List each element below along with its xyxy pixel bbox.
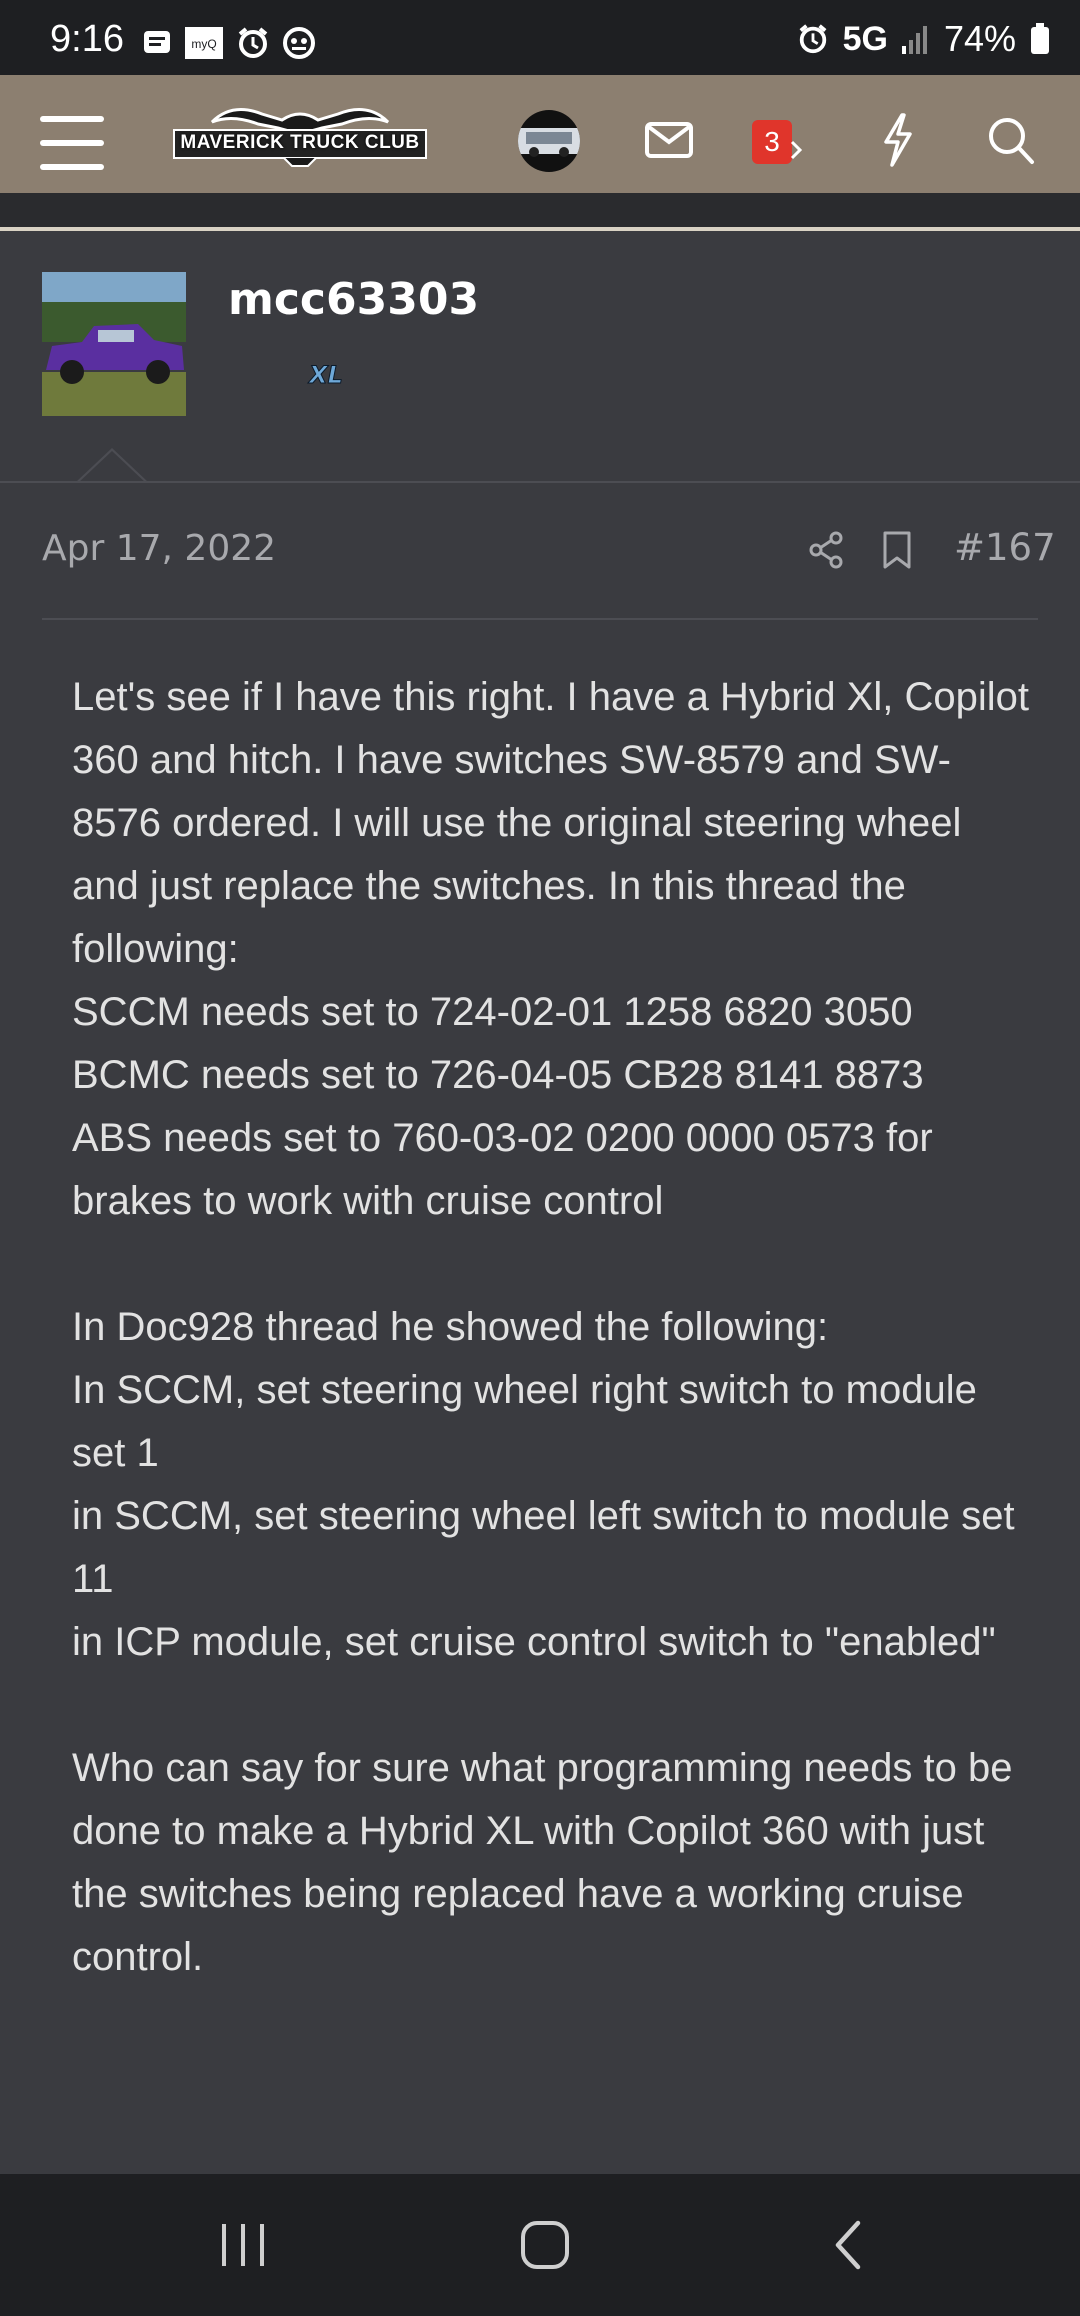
network-type: 5G bbox=[842, 19, 888, 58]
post-paragraph: Who can say for sure what programming ne… bbox=[72, 1746, 1013, 1979]
home-icon[interactable] bbox=[518, 2218, 572, 2272]
svg-text:XL: XL bbox=[307, 361, 343, 388]
system-status: 5G 74% bbox=[797, 18, 1050, 60]
bookmark-icon[interactable] bbox=[880, 530, 914, 570]
logo-text: MAVERICK TRUCK CLUB bbox=[180, 132, 420, 153]
header-shadow bbox=[0, 193, 1080, 227]
post-pointer-fill bbox=[78, 451, 146, 483]
account-avatar[interactable] bbox=[518, 110, 580, 172]
user-avatar[interactable] bbox=[42, 272, 186, 416]
post-number-link[interactable]: #167 bbox=[954, 526, 1056, 569]
user-divider bbox=[0, 481, 1080, 483]
search-icon[interactable] bbox=[986, 112, 1036, 168]
truck-avatar-image bbox=[518, 128, 580, 157]
lightning-icon[interactable] bbox=[878, 112, 916, 168]
back-icon[interactable] bbox=[828, 2218, 868, 2272]
notification-icons: myQ bbox=[142, 26, 316, 60]
bell-icon[interactable] bbox=[790, 140, 804, 160]
menu-button[interactable] bbox=[40, 116, 104, 170]
myq-icon: myQ bbox=[185, 27, 223, 59]
game-icon bbox=[283, 27, 315, 59]
post-body: Let's see if I have this right. I have a… bbox=[72, 666, 1032, 1989]
user-badge: XL bbox=[284, 360, 368, 390]
alerts-badge[interactable]: 3 bbox=[752, 120, 792, 164]
meta-divider bbox=[42, 618, 1038, 620]
status-time: 9:16 bbox=[50, 18, 124, 60]
post-paragraph: In Doc928 thread he showed the following… bbox=[72, 1305, 1015, 1664]
post-date[interactable]: Apr 17, 2022 bbox=[42, 528, 276, 569]
svg-text:myQ: myQ bbox=[191, 37, 216, 51]
share-icon[interactable] bbox=[808, 530, 846, 570]
battery-icon bbox=[1031, 23, 1049, 54]
mail-icon[interactable] bbox=[644, 112, 694, 168]
system-navigation-bar bbox=[0, 2174, 1080, 2316]
xl-badge-icon: XL bbox=[307, 361, 344, 390]
status-bar: 9:16 myQ 5G 74% bbox=[0, 0, 1080, 75]
post-username[interactable]: mcc63303 bbox=[228, 274, 479, 325]
alarm-icon bbox=[238, 27, 268, 58]
header-divider bbox=[0, 227, 1080, 231]
alarm-icon bbox=[799, 24, 827, 54]
signal-icon bbox=[901, 26, 927, 54]
battery-percent: 74% bbox=[943, 18, 1016, 59]
message-icon bbox=[144, 31, 170, 53]
site-logo[interactable]: MAVERICK TRUCK CLUB bbox=[172, 100, 428, 168]
purple-car-image bbox=[42, 272, 186, 416]
recents-icon[interactable] bbox=[218, 2220, 268, 2270]
post-paragraph: Let's see if I have this right. I have a… bbox=[72, 675, 1029, 1223]
